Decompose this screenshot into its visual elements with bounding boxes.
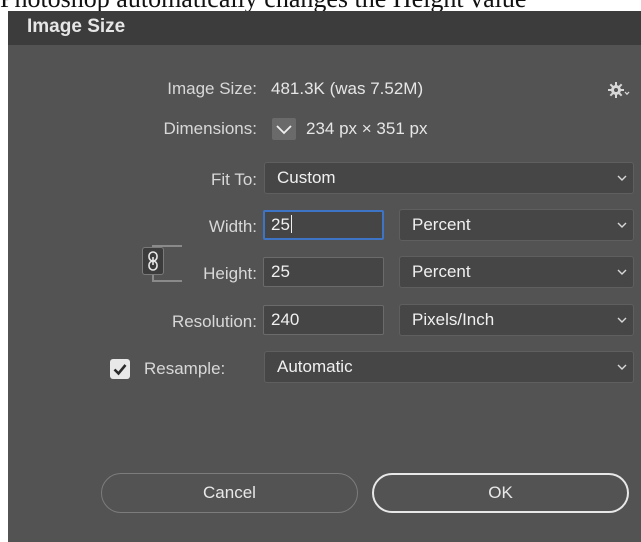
dimensions-value: 234 px × 351 px	[306, 119, 428, 138]
checkmark-icon	[113, 364, 127, 376]
chevron-down-icon	[617, 364, 627, 370]
resample-checkbox[interactable]	[110, 359, 130, 379]
page-caption: Photoshop automatically changes the Heig…	[0, 0, 641, 11]
height-label: Height:	[203, 264, 257, 283]
chevron-down-icon	[617, 175, 627, 181]
resample-selected: Automatic	[277, 357, 353, 376]
fit-to-selected: Custom	[277, 168, 336, 187]
fit-to-label: Fit To:	[211, 170, 257, 189]
resolution-value: 240	[271, 310, 300, 329]
image-size-label: Image Size:	[167, 79, 257, 98]
image-size-value: 481.3K (was 7.52M)	[271, 79, 424, 98]
width-label: Width:	[208, 217, 257, 236]
height-input[interactable]: 25	[263, 257, 384, 287]
dimensions-label: Dimensions:	[163, 119, 257, 138]
resample-select[interactable]: Automatic	[264, 351, 634, 383]
text-caret	[290, 215, 292, 233]
chevron-down-icon	[276, 125, 292, 135]
width-input[interactable]: 25	[263, 210, 384, 240]
resolution-unit-selected: Pixels/Inch	[412, 310, 495, 329]
dimensions-unit-toggle[interactable]	[272, 118, 296, 140]
cancel-button[interactable]: Cancel	[101, 473, 358, 513]
height-value: 25	[271, 262, 290, 281]
width-unit-select[interactable]: Percent	[399, 209, 634, 241]
height-unit-selected: Percent	[412, 262, 471, 281]
height-unit-select[interactable]: Percent	[399, 256, 634, 288]
chevron-down-icon	[617, 317, 627, 323]
gear-icon[interactable]	[608, 81, 630, 99]
resolution-unit-select[interactable]: Pixels/Inch	[399, 304, 634, 336]
dialog-title: Image Size	[27, 16, 126, 37]
fit-to-select[interactable]: Custom	[264, 162, 634, 194]
dialog-titlebar: Image Size	[8, 11, 641, 45]
chevron-down-icon	[617, 269, 627, 275]
resample-label: Resample:	[144, 359, 226, 378]
resolution-input[interactable]: 240	[263, 305, 384, 335]
ok-button[interactable]: OK	[372, 473, 629, 513]
width-unit-selected: Percent	[412, 215, 471, 234]
chevron-down-icon	[617, 222, 627, 228]
image-size-dialog: Image Size Image Size: 481.3K (was 7.52M…	[8, 11, 641, 542]
resolution-label: Resolution:	[171, 312, 257, 331]
width-value: 25	[271, 215, 290, 234]
